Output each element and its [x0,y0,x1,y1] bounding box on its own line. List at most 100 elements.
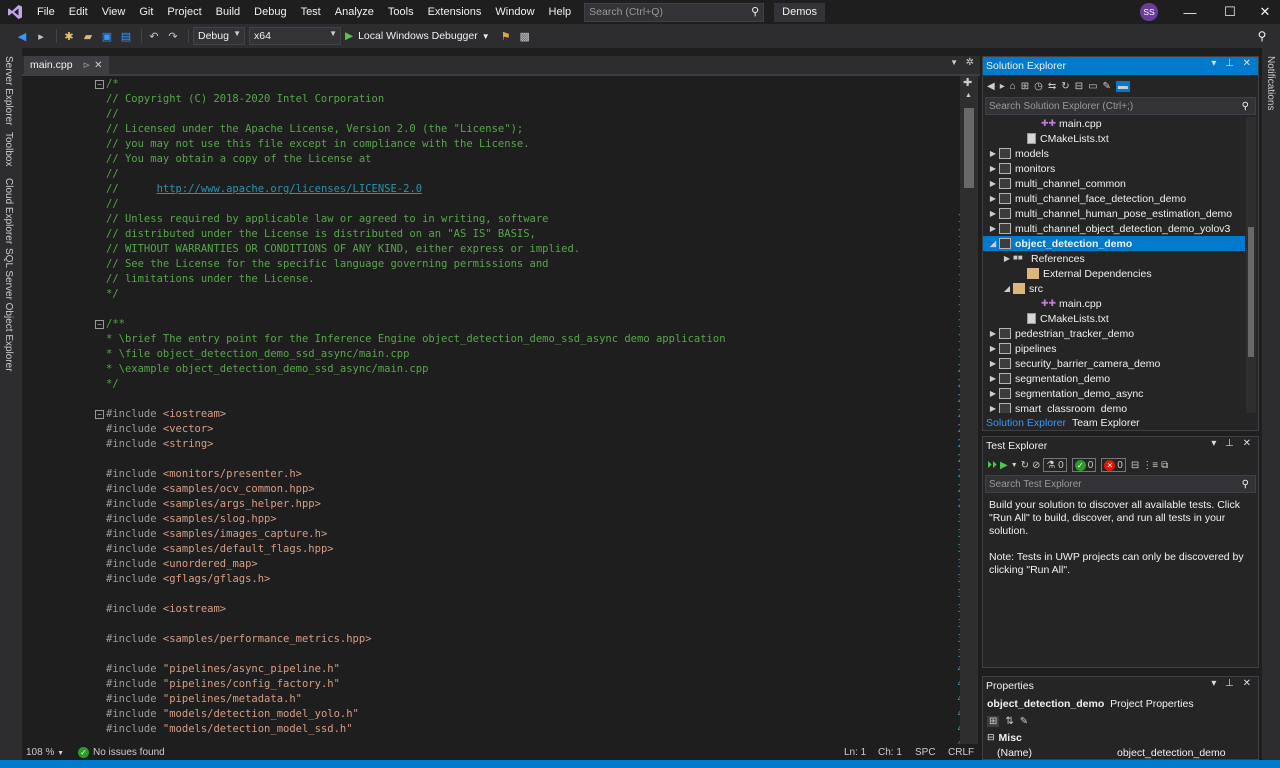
tab-solution-explorer[interactable]: Solution Explorer [983,417,1069,429]
tab-main-cpp[interactable]: main.cpp ⊳ ✕ [24,56,109,74]
maximize-icon[interactable]: ☐ [1210,0,1250,24]
cloud-explorer-tab[interactable]: Cloud Explorer [3,178,14,244]
tree-item-monitors[interactable]: ▶ monitors [983,161,1245,176]
expand-icon[interactable]: ▶ [987,209,999,218]
tree-item-multi-channel-common[interactable]: ▶ multi_channel_common [983,176,1245,191]
tree-item-smart-classroom-demo[interactable]: ▶ smart_classroom_demo [983,401,1245,413]
chevron-down-icon[interactable]: ▼ [1011,462,1018,469]
preview-icon[interactable]: ▬ [1115,80,1130,92]
notifications-tab[interactable]: Notifications [1265,56,1276,110]
tree-item-pipelines[interactable]: ▶ pipelines [983,341,1245,356]
alphabetical-icon[interactable]: ⇅ [1005,716,1013,727]
home-icon[interactable]: ⌂ [1010,81,1016,92]
menu-edit[interactable]: Edit [62,0,95,24]
search-input[interactable]: Search (Ctrl+Q) ⚲ [584,2,765,22]
tree-item-src[interactable]: ◢ src [983,281,1245,296]
expand-icon[interactable]: ▶ [987,179,999,188]
tree-item-security-barrier-camera-demo[interactable]: ▶ security_barrier_camera_demo [983,356,1245,371]
menu-help[interactable]: Help [542,0,579,24]
property-pages-icon[interactable]: ✎ [1020,716,1028,727]
repeat-last-run-icon[interactable]: ↻ [1021,460,1029,471]
line-ending-indicator[interactable]: CRLF [948,747,974,758]
expand-icon[interactable]: ▶ [987,359,999,368]
properties-object-select[interactable]: object_detection_demo Project Properties [983,695,1258,712]
tree-item-models[interactable]: ▶ models [983,146,1245,161]
tree-item-external-dependencies[interactable]: External Dependencies [983,266,1245,281]
menu-file[interactable]: File [30,0,62,24]
menu-analyze[interactable]: Analyze [328,0,381,24]
menu-window[interactable]: Window [488,0,541,24]
passed-count[interactable]: ✓ 0 [1071,458,1097,472]
collapse-icon[interactable]: ◢ [1001,284,1013,293]
forward-icon[interactable]: ▸ [33,28,49,44]
menu-project[interactable]: Project [160,0,208,24]
hot-reload-icon[interactable]: ⚑ [498,28,514,44]
menu-test[interactable]: Test [294,0,328,24]
editor-scrollbar[interactable]: ✚ ▲ [960,76,978,744]
line-indicator[interactable]: Ln: 1 [844,747,866,758]
license-link[interactable]: http://www.apache.org/licenses/LICENSE-2… [157,183,423,195]
panel-controls[interactable]: ▾ ⊥ ✕ [1211,58,1254,69]
panel-controls[interactable]: ▾ ⊥ ✕ [1211,678,1254,689]
fold-toggle-icon[interactable]: − [95,410,104,419]
expand-icon[interactable]: ▶ [987,374,999,383]
flask-count[interactable]: ⚗ 0 [1043,458,1067,472]
minimize-icon[interactable]: — [1170,0,1210,24]
tree-item-pedestrian-tracker-demo[interactable]: ▶ pedestrian_tracker_demo [983,326,1245,341]
sync-icon[interactable]: ⇆ [1048,81,1056,92]
fold-toggle-icon[interactable]: − [95,80,104,89]
cancel-icon[interactable]: ⊘ [1032,460,1040,471]
settings-icon[interactable]: ⧉ [1161,460,1168,471]
property-row-name[interactable]: (Name) object_detection_demo [983,745,1258,760]
tree-item-multi-channel-human-pose-estimation-demo[interactable]: ▶ multi_channel_human_pose_estimation_dem… [983,206,1245,221]
close-icon[interactable]: ✕ [1245,0,1280,24]
toolbox-tab[interactable]: Toolbox [3,132,14,166]
menu-git[interactable]: Git [132,0,160,24]
new-project-icon[interactable]: ✱ [61,28,77,44]
tree-item-cmakelists-txt[interactable]: CMakeLists.txt [983,311,1245,326]
sql-server-object-explorer-tab[interactable]: SQL Server Object Explorer [3,248,14,372]
show-all-files-icon[interactable]: ▭ [1088,81,1097,92]
fold-toggle-icon[interactable]: − [95,320,104,329]
solution-explorer-search-input[interactable]: Search Solution Explorer (Ctrl+;) ⚲ [985,97,1256,115]
category-misc[interactable]: ⊟ Misc [983,730,1258,745]
issues-indicator[interactable]: ✓ No issues found [78,746,165,758]
expand-icon[interactable]: ▶ [987,224,999,233]
categorized-icon[interactable]: ⊞ [987,715,1000,727]
tree-item-cmakelists-txt[interactable]: CMakeLists.txt [983,131,1245,146]
platform-select[interactable]: x64 ▼ [249,27,341,45]
undo-icon[interactable]: ↶ [146,28,162,44]
group-by-icon[interactable]: ⋮≡ [1142,460,1158,471]
gear-icon[interactable]: ✲ [966,57,974,68]
scrollbar-thumb[interactable] [964,108,974,188]
expand-icon[interactable]: ▶ [1001,254,1013,263]
tree-item-segmentation-demo-async[interactable]: ▶ segmentation_demo_async [983,386,1245,401]
tree-item-main-cpp[interactable]: ✚✚ main.cpp [983,116,1245,131]
column-indicator[interactable]: Ch: 1 [878,747,902,758]
tab-list-dropdown-icon[interactable]: ▼ [950,58,958,67]
save-icon[interactable]: ▣ [99,28,115,44]
tab-team-explorer[interactable]: Team Explorer [1069,417,1143,429]
tree-item-main-cpp[interactable]: ✚✚ main.cpp [983,296,1245,311]
close-tab-icon[interactable]: ✕ [94,60,102,71]
collapse-icon[interactable]: ◢ [987,239,999,248]
menu-view[interactable]: View [95,0,133,24]
expand-icon[interactable]: ▶ [987,194,999,203]
expand-icon[interactable]: ▶ [987,344,999,353]
zoom-select[interactable]: 108 % ▼ [22,747,78,758]
back-icon[interactable]: ◀ [987,81,995,92]
test-explorer-search-input[interactable]: Search Test Explorer ⚲ [985,475,1256,493]
run-all-icon[interactable]: ⏵⏵ [987,460,997,471]
redo-icon[interactable]: ↷ [165,28,181,44]
open-folder-icon[interactable]: ▰ [80,28,96,44]
menu-debug[interactable]: Debug [247,0,293,24]
switch-views-icon[interactable]: ⊞ [1021,81,1029,92]
expand-icon[interactable]: ▶ [987,149,999,158]
split-icon[interactable]: ✚ [963,76,972,89]
save-all-icon[interactable]: ▤ [118,28,134,44]
forward-icon[interactable]: ▸ [1000,81,1005,92]
run-icon[interactable]: ▶ [1000,460,1008,471]
whitespace-indicator[interactable]: SPC [915,747,936,758]
tree-item-multi-channel-face-detection-demo[interactable]: ▶ multi_channel_face_detection_demo [983,191,1245,206]
avatar[interactable]: SS [1140,3,1158,21]
